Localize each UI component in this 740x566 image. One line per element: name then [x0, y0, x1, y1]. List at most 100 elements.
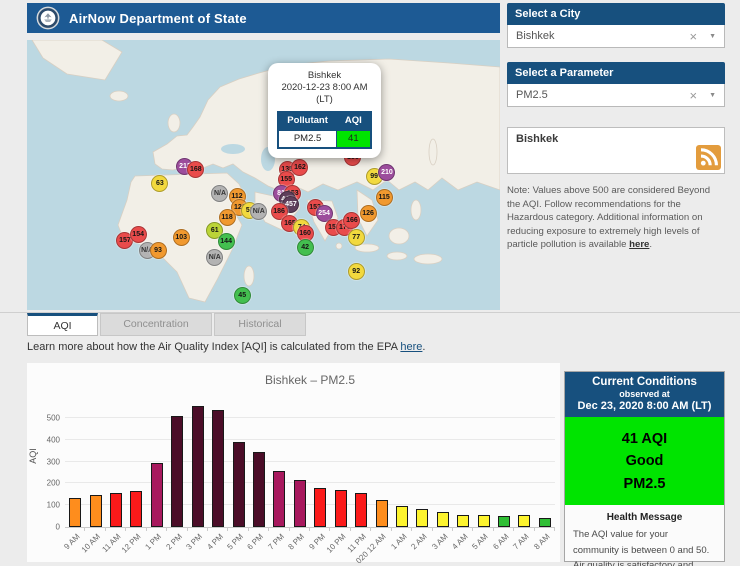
note-here-link[interactable]: here: [629, 239, 649, 250]
aqi-map-marker[interactable]: 115: [376, 189, 393, 206]
aqi-map-marker[interactable]: 77: [348, 229, 365, 246]
aqi-map-marker[interactable]: 126: [360, 205, 377, 222]
learn-more-here-link[interactable]: here: [400, 341, 422, 353]
aqi-map-marker[interactable]: 42: [297, 239, 314, 256]
chart-bar[interactable]: [294, 480, 306, 527]
aqi-bar-chart: Bishkek – PM2.5 AQI 0100200300400500 9 A…: [27, 363, 560, 562]
tab-aqi[interactable]: AQI: [27, 313, 98, 336]
chart-bar[interactable]: [314, 488, 326, 527]
chart-bar-slot: 1 PM: [147, 399, 167, 527]
chart-bar[interactable]: [396, 506, 408, 527]
chart-bar-slot: 12 PM: [126, 399, 146, 527]
chart-bar[interactable]: [416, 509, 428, 527]
aqi-map-marker[interactable]: 45: [234, 287, 251, 304]
x-tick-label: 9 PM: [307, 532, 327, 552]
tab-historical[interactable]: Historical: [214, 313, 306, 336]
aqi-map-marker[interactable]: 168: [187, 161, 204, 178]
aqi-map-marker[interactable]: 162: [291, 159, 308, 176]
chart-bar-slot: 020 12 AM: [371, 399, 391, 527]
x-tick-label: 5 AM: [471, 532, 490, 551]
chart-bar-slot: 4 AM: [453, 399, 473, 527]
x-tick-label: 2 PM: [164, 532, 184, 552]
chart-bar[interactable]: [539, 518, 551, 527]
chart-bars: 9 AM10 AM11 AM12 PM1 PM2 PM3 PM4 PM5 PM6…: [65, 399, 555, 527]
chart-bar[interactable]: [151, 463, 163, 527]
app-header: AirNow Department of State: [27, 3, 500, 33]
chart-bar[interactable]: [273, 471, 285, 527]
parameter-dropdown-arrow-icon[interactable]: ▼: [709, 92, 716, 99]
popup-table: Pollutant AQI PM2.5 41: [277, 111, 372, 150]
aqi-map-marker[interactable]: 92: [348, 263, 365, 280]
x-tick-label: 5 PM: [225, 532, 245, 552]
parameter-select-label: Select a Parameter: [507, 62, 725, 84]
aqi-map-marker[interactable]: 63: [151, 175, 168, 192]
department-of-state-seal-icon: [36, 6, 60, 30]
chart-bar[interactable]: [498, 516, 510, 527]
rss-feed-icon[interactable]: [696, 145, 721, 170]
aqi-map-marker[interactable]: 210: [378, 164, 395, 181]
y-tick-label: 200: [47, 479, 60, 488]
chart-bar[interactable]: [192, 406, 204, 527]
aqi-map-marker[interactable]: N/A: [211, 185, 228, 202]
x-tick-label: 11 AM: [100, 532, 122, 554]
chart-bar[interactable]: [171, 416, 183, 527]
chart-bar-slot: 8 PM: [290, 399, 310, 527]
city-select-combobox[interactable]: Bishkek × ▼: [507, 25, 725, 48]
learn-more-period: .: [422, 341, 425, 353]
x-tick-label: 2 AM: [409, 532, 428, 551]
aqi-map-marker[interactable]: N/A: [250, 203, 267, 220]
current-conditions-header: Current Conditions observed at Dec 23, 2…: [565, 372, 724, 417]
aqi-map-marker[interactable]: 103: [173, 229, 190, 246]
aqi-pollutant: PM2.5: [565, 473, 724, 495]
chart-bar[interactable]: [437, 512, 449, 527]
chart-bar-slot: 7 PM: [269, 399, 289, 527]
parameter-select-value: PM2.5: [516, 89, 689, 101]
aqi-map-marker[interactable]: 118: [219, 209, 236, 226]
y-tick-label: 400: [47, 435, 60, 444]
chart-bar[interactable]: [457, 515, 469, 527]
chart-bar[interactable]: [90, 495, 102, 527]
x-tick-label: 12 PM: [120, 532, 143, 555]
chart-bar[interactable]: [478, 515, 490, 527]
chart-title: Bishkek – PM2.5: [65, 373, 555, 387]
chart-bar[interactable]: [253, 452, 265, 527]
world-map[interactable]: 21316863N/A11212153N/A11861144N/A4515715…: [27, 40, 500, 310]
x-tick-label: 8 PM: [287, 532, 307, 552]
x-tick-label: 7 AM: [512, 532, 531, 551]
aqi-category: Good: [565, 450, 724, 472]
aqi-map-marker[interactable]: N/A: [206, 249, 223, 266]
chart-bar[interactable]: [518, 515, 530, 527]
popup-col-pollutant: Pollutant: [278, 112, 336, 130]
chart-bar[interactable]: [110, 493, 122, 527]
observed-datetime: Dec 23, 2020 8:00 AM (LT): [567, 400, 722, 412]
chart-bar[interactable]: [130, 491, 142, 527]
current-conditions-panel: Current Conditions observed at Dec 23, 2…: [564, 371, 725, 562]
popup-pollutant-value: PM2.5: [278, 130, 336, 148]
chart-bar[interactable]: [335, 490, 347, 527]
y-tick-label: 100: [47, 501, 60, 510]
city-dropdown-arrow-icon[interactable]: ▼: [709, 33, 716, 40]
parameter-clear-icon[interactable]: ×: [689, 88, 697, 103]
aqi-map-marker[interactable]: 93: [150, 242, 167, 259]
tab-concentration[interactable]: Concentration: [100, 313, 212, 336]
x-tick-label: 3 PM: [185, 532, 205, 552]
city-clear-icon[interactable]: ×: [689, 29, 697, 44]
chart-bar[interactable]: [355, 493, 367, 527]
aqi-map-marker[interactable]: 154: [130, 226, 147, 243]
chart-bar[interactable]: [212, 410, 224, 527]
chart-bar-slot: 11 AM: [106, 399, 126, 527]
aqi-map-marker[interactable]: 144: [218, 233, 235, 250]
chart-bar[interactable]: [233, 442, 245, 527]
chart-bar[interactable]: [69, 498, 81, 527]
parameter-select-combobox[interactable]: PM2.5 × ▼: [507, 84, 725, 107]
chart-plot-area: 0100200300400500 9 AM10 AM11 AM12 PM1 PM…: [65, 399, 555, 528]
chart-bar-slot: 6 PM: [249, 399, 269, 527]
aqi-map-marker[interactable]: 166: [343, 212, 360, 229]
current-conditions-title: Current Conditions: [567, 376, 722, 388]
chart-bar-slot: 2 AM: [412, 399, 432, 527]
feed-city-title: Bishkek: [516, 133, 558, 145]
x-tick-label: 4 PM: [205, 532, 225, 552]
city-select-label: Select a City: [507, 3, 725, 25]
x-tick-label: 10 AM: [80, 532, 102, 554]
chart-bar[interactable]: [376, 500, 388, 527]
